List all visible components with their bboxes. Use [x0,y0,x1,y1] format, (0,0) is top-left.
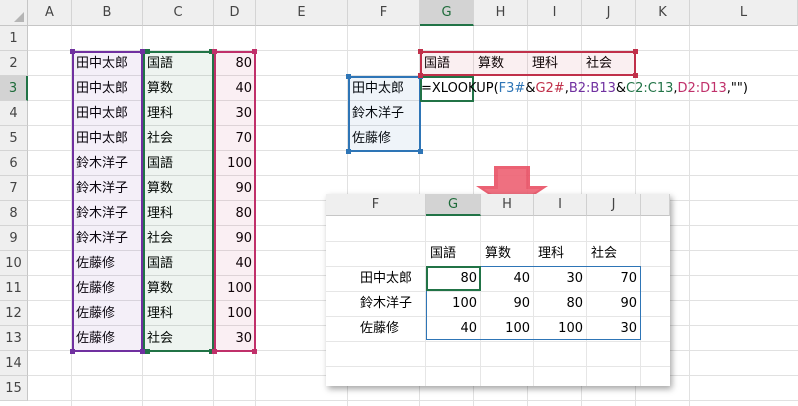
preview-name: 佐藤修 [360,321,400,336]
formula-arg-c-range: C2:C13 [626,81,674,96]
row-header-12[interactable]: 12 [0,301,28,326]
gridline-horizontal [28,400,798,401]
column-header-j[interactable]: J [582,0,636,26]
row-header-15[interactable]: 15 [0,376,28,401]
subjects-range-highlight [143,51,214,352]
range-handle[interactable] [252,49,257,54]
range-handle[interactable] [418,149,423,154]
row-header-2[interactable]: 2 [0,51,28,76]
row-header-13[interactable]: 13 [0,326,28,351]
preview-name: 鈴木洋子 [360,296,413,311]
scores-range-highlight [214,51,256,352]
preview-column-header-i: I [534,194,587,216]
preview-subject-header: 算数 [485,246,512,261]
preview-column-header-h: H [481,194,534,216]
formula-amp: & [615,81,627,96]
row-header-8[interactable]: 8 [0,201,28,226]
formula-suffix: ,"") [726,81,748,96]
row-header-10[interactable]: 10 [0,251,28,276]
select-all-corner[interactable] [0,0,28,26]
spreadsheet-grid[interactable]: ABCDEFGHIJKL 1 2 3 4 5 6 7 8 9 10 11 12 13 14 15 田中太郎国… [0,0,798,406]
range-handle[interactable] [212,49,217,54]
preview-gridline-horizontal [326,341,670,342]
preview-subject-header: 国語 [430,246,457,261]
range-handle[interactable] [145,49,150,54]
row-header-7[interactable]: 7 [0,176,28,201]
range-handle[interactable] [633,49,638,54]
column-header-f[interactable]: F [348,0,420,26]
preview-active-cell [426,266,481,291]
result-preview-panel: FGHIJ 国語 算数 理科 社会 田中太郎 80 40 30 70 鈴木洋子 100 90 80 90 佐… [326,194,670,386]
preview-column-header-f: F [326,194,426,216]
preview-name: 田中太郎 [360,271,413,286]
range-handle[interactable] [145,349,150,354]
formula-arg-d-range: D2:D13 [677,81,727,96]
formula-arg-g2: G2# [535,81,565,96]
column-header-e[interactable]: E [256,0,348,26]
range-handle[interactable] [418,49,423,54]
column-header-g[interactable]: G [420,0,474,26]
formula-amp: & [525,81,536,96]
row-header-11[interactable]: 11 [0,276,28,301]
xlookup-formula[interactable]: =XLOOKUP(F3#&G2#,B2:B13&C2:C13,D2:D13,""… [421,77,748,101]
preview-column-header-blank [641,194,670,216]
formula-arg-b-range: B2:B13 [568,81,616,96]
range-handle[interactable] [70,49,75,54]
preview-subject-header: 理科 [538,246,565,261]
row-header-4[interactable]: 4 [0,101,28,126]
subject-header-range-highlight [420,51,636,76]
row-header-6[interactable]: 6 [0,151,28,176]
row-header-5[interactable]: 5 [0,126,28,151]
lookup-names-range-highlight [348,76,421,152]
column-header-i[interactable]: I [528,0,582,26]
column-header-k[interactable]: K [636,0,690,26]
row-header-3[interactable]: 3 [0,76,28,101]
column-header-d[interactable]: D [214,0,256,26]
range-handle[interactable] [70,349,75,354]
column-header-b[interactable]: B [72,0,143,26]
row-header-1[interactable]: 1 [0,26,28,51]
range-handle[interactable] [252,349,257,354]
column-header-a[interactable]: A [28,0,72,26]
range-handle[interactable] [346,149,351,154]
row-header-14[interactable]: 14 [0,351,28,376]
names-range-highlight [72,51,143,352]
formula-arg-f3: F3# [498,81,526,96]
column-header-h[interactable]: H [474,0,528,26]
range-handle[interactable] [212,349,217,354]
row-header-9[interactable]: 9 [0,226,28,251]
preview-subject-header: 社会 [591,246,618,261]
column-header-c[interactable]: C [143,0,214,26]
range-handle[interactable] [346,74,351,79]
formula-prefix: =XLOOKUP( [421,81,499,96]
preview-column-header-g: G [426,194,481,216]
preview-column-header-j: J [587,194,641,216]
preview-gridline-horizontal [326,366,670,367]
column-header-l[interactable]: L [690,0,798,26]
